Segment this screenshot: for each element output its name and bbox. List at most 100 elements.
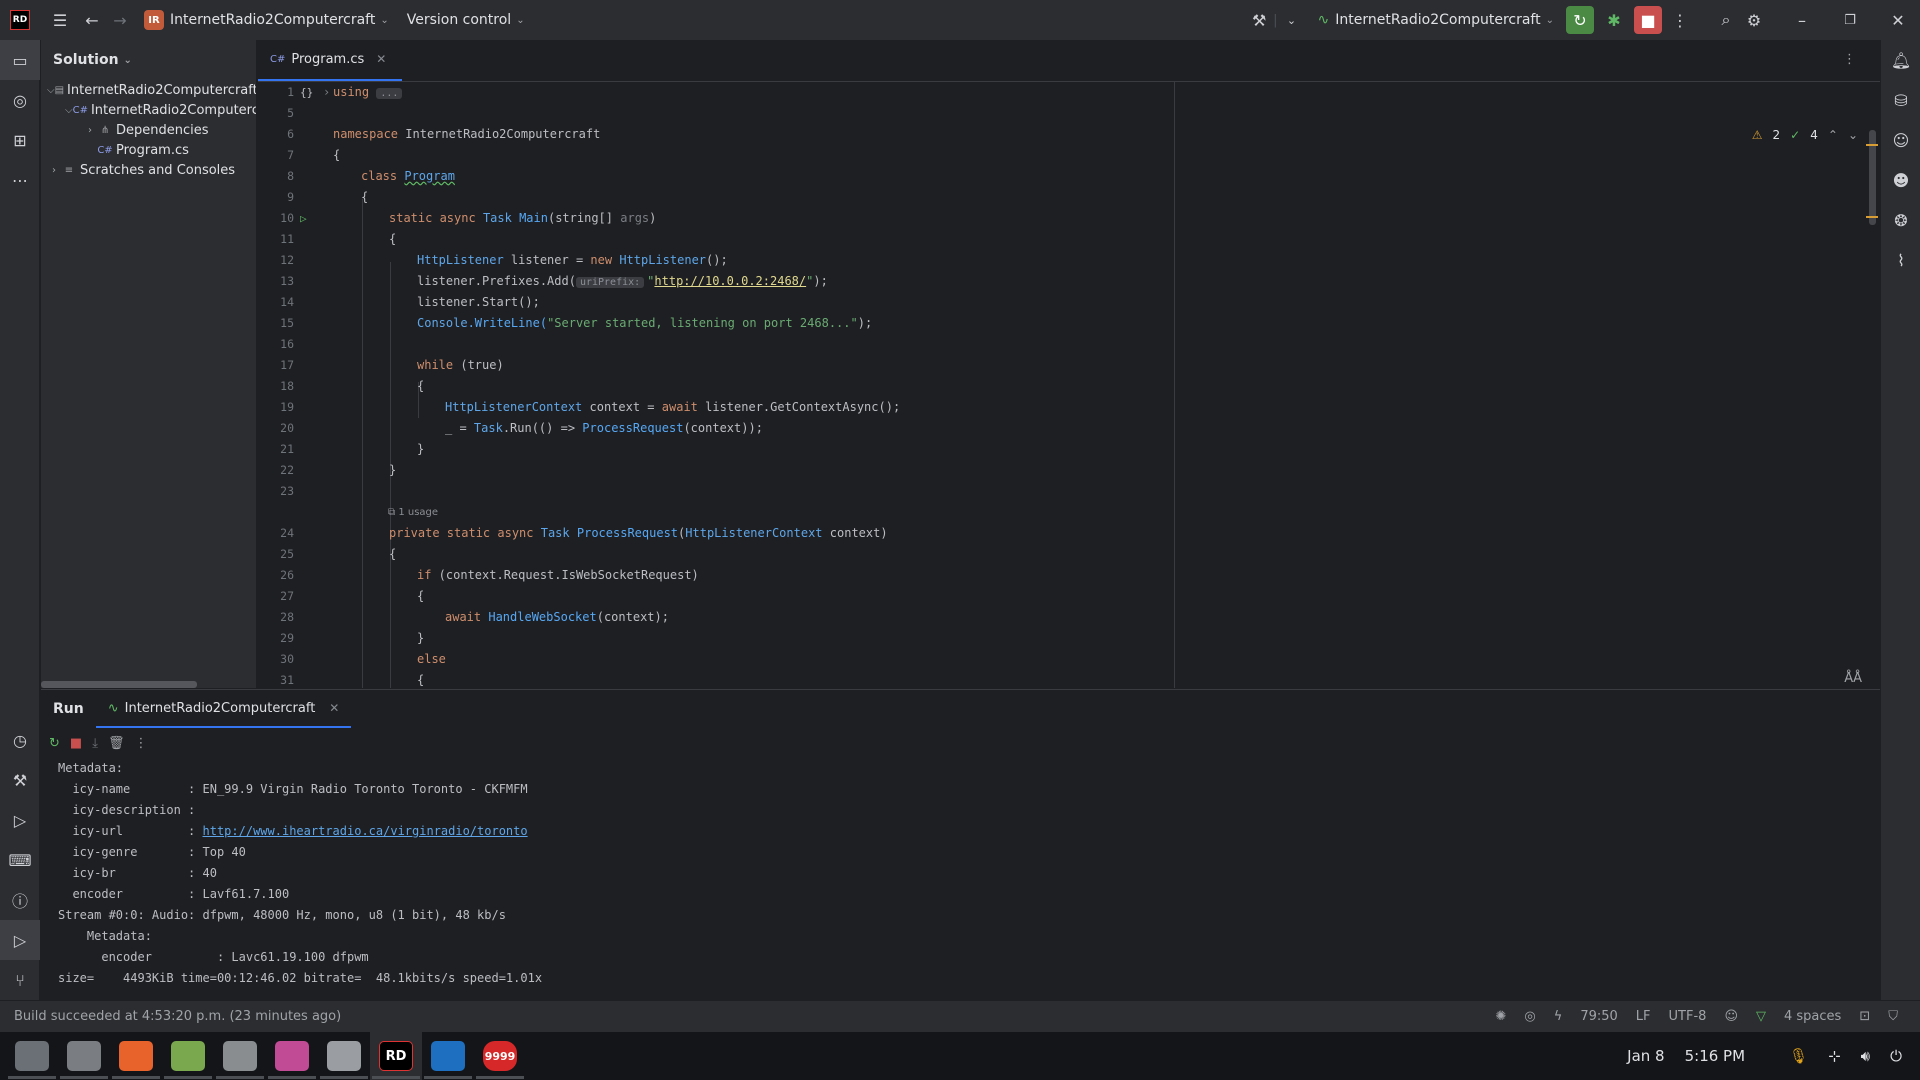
debug-bug-icon[interactable]: ✱ [1600,6,1628,34]
close-icon[interactable]: ✕ [1884,6,1912,34]
caret-position[interactable]: 79:50 [1580,1009,1617,1024]
usage-hint[interactable]: ⧉ 1 usage [388,502,438,523]
running-indicator [216,1076,264,1079]
status-message[interactable]: Build succeeded at 4:53:20 p.m. (23 minu… [0,1009,1496,1024]
rerun-icon[interactable]: ↻ [49,736,60,751]
close-tab-icon[interactable]: ✕ [329,701,339,715]
indent-setting[interactable]: 4 spaces [1784,1009,1841,1024]
solution-header[interactable]: Solution ⌄ [41,40,256,80]
git-icon[interactable]: ⑂ [0,960,40,1000]
search-icon[interactable]: ⌕ [1712,6,1740,34]
tree-item[interactable]: › ≡ Scratches and Consoles [41,160,256,180]
maximize-icon[interactable]: ❐ [1836,6,1864,34]
explorer-icon[interactable]: ◎ [0,80,40,120]
more-vertical-icon[interactable]: ⋮ [1843,52,1856,67]
taskbar-app-settings[interactable] [318,1032,370,1080]
code-token: } [417,631,425,645]
run-gutter-icon[interactable]: ▷ [300,208,320,229]
shield-icon[interactable]: ⛉ [1888,1009,1898,1024]
settings-gear-icon[interactable]: ⚙ [1740,6,1768,34]
power-save-icon[interactable]: ϟ [1554,1009,1563,1024]
stop-button[interactable]: ■ [1634,6,1662,34]
tree-item[interactable]: ⌵ ▤ InternetRadio2Computercraft [41,80,256,100]
lock-icon[interactable]: ⊡ [1859,1009,1870,1024]
chevron-right-icon[interactable]: › [83,125,97,136]
status-bar: Build succeeded at 4:53:20 p.m. (23 minu… [0,1000,1920,1032]
folded-region[interactable]: ... [376,88,403,99]
close-tab-icon[interactable]: ✕ [376,52,386,66]
tab-run-config[interactable]: ∿ InternetRadio2Computercraft ✕ [95,690,352,728]
run-config-selector[interactable]: ∿ InternetRadio2Computercraft ⌄ [1318,12,1554,28]
code-token: (true) [453,358,504,372]
tree-item[interactable]: ⌵C#InternetRadio2Computercraft [41,100,256,120]
chevron-down-icon[interactable]: ⌵ [65,105,73,116]
build-hammer-icon[interactable]: ⚒ [1245,6,1273,34]
horizontal-scrollbar[interactable] [41,681,197,688]
services-icon[interactable]: ◷ [0,720,40,760]
rerun-button[interactable]: ↻ [1566,6,1594,34]
line-ending[interactable]: LF [1636,1009,1651,1024]
code-area[interactable]: ⚠ 2 ✓ 4 ⌃ ⌄ ÅÅ 1{} › using ... 5 6 namespace … [258,82,1880,688]
volume-icon[interactable]: 🔊︎ [1861,1047,1870,1065]
check-circle-icon[interactable]: ◎ [1524,1009,1535,1024]
project-selector[interactable]: IR InternetRadio2Computercraft ⌄ [144,10,389,30]
network-icon[interactable]: ⊹ [1828,1047,1841,1065]
file-encoding[interactable]: UTF-8 [1669,1009,1707,1024]
database-icon[interactable]: ⛁ [1881,80,1920,120]
power-icon[interactable]: ⏻ [1890,1047,1902,1065]
microphone-icon[interactable]: 🎙︎ [1789,1047,1808,1065]
line-number: 22 [280,463,294,477]
line-number: 14 [280,295,294,309]
structure-icon[interactable]: ⊞ [0,120,40,160]
vcs-status-icon[interactable]: ▽ [1756,1009,1766,1024]
minimize-icon[interactable]: – [1788,6,1816,34]
more-vertical-icon[interactable]: ⋮ [134,736,147,751]
more-horizontal-icon[interactable]: ⋯ [0,160,40,200]
taskbar-app-rider[interactable]: RD [370,1032,422,1080]
main-menu-icon[interactable]: ☰ [46,6,74,34]
chevron-right-icon[interactable]: › [47,165,61,176]
console-output[interactable]: Metadata: icy-name : EN_99.9 Virgin Radi… [41,758,1880,998]
taskbar-date[interactable]: Jan 8 [1627,1047,1664,1065]
code-token: listener = [503,253,591,267]
more-vertical-icon[interactable]: ⋮ [1666,6,1694,34]
copilot-status-icon[interactable]: ☺ [1724,1009,1738,1024]
notifications-bell-icon[interactable]: 🔔︎ [1881,40,1920,80]
version-control-menu[interactable]: Version control ⌄ [407,12,525,28]
line-number: 27 [280,589,294,603]
console-line: icy-description : [58,800,1880,821]
scroll-to-end-icon[interactable]: ⤓ [92,736,98,751]
extension-icon[interactable]: ✺ [1496,1009,1507,1024]
tree-item[interactable]: › ⋔ Dependencies [41,120,256,140]
taskbar-time[interactable]: 5:16 PM [1685,1047,1745,1065]
code-url[interactable]: http://10.0.0.2:2468/ [654,274,806,288]
chevron-down-icon[interactable]: ⌵ [47,85,55,96]
folder-icon[interactable]: ▭ [0,40,40,80]
taskbar-app-app-pink[interactable] [266,1032,318,1080]
trash-icon[interactable]: 🗑︎ [108,736,125,751]
taskbar-app-vscode[interactable] [422,1032,474,1080]
taskbar-app-firefox[interactable] [110,1032,162,1080]
chevron-down-icon[interactable]: ⌄ [1278,6,1306,34]
openai-icon[interactable]: ❂ [1881,200,1920,240]
run-icon[interactable]: ▷ [0,920,40,960]
terminal-icon[interactable]: ⌨ [0,840,40,880]
tree-item[interactable]: C# Program.cs [41,140,256,160]
back-arrow-icon[interactable]: ← [78,6,106,34]
taskbar-app-app-9999[interactable]: 9999 [474,1032,526,1080]
problems-icon[interactable]: ⓘ [0,880,40,920]
build-icon[interactable]: ⚒ [0,760,40,800]
taskbar-app-app-gray[interactable] [214,1032,266,1080]
taskbar-app-files-1[interactable] [6,1032,58,1080]
debug-icon[interactable]: ▷ [0,800,40,840]
taskbar-app-files-2[interactable] [58,1032,110,1080]
taskbar-app-app-green[interactable] [162,1032,214,1080]
stop-icon[interactable]: ■ [70,736,82,751]
console-link[interactable]: http://www.iheartradio.ca/virginradio/to… [203,824,528,838]
activity-icon[interactable]: ⌇ [1881,240,1920,280]
fold-braces-icon[interactable]: {} [300,82,320,103]
ai-assistant-icon[interactable]: ☺ [1881,120,1920,160]
tab-program-cs[interactable]: C# Program.cs ✕ [258,39,403,81]
copilot-icon[interactable]: ☻ [1881,160,1920,200]
forward-arrow-icon[interactable]: → [106,6,134,34]
